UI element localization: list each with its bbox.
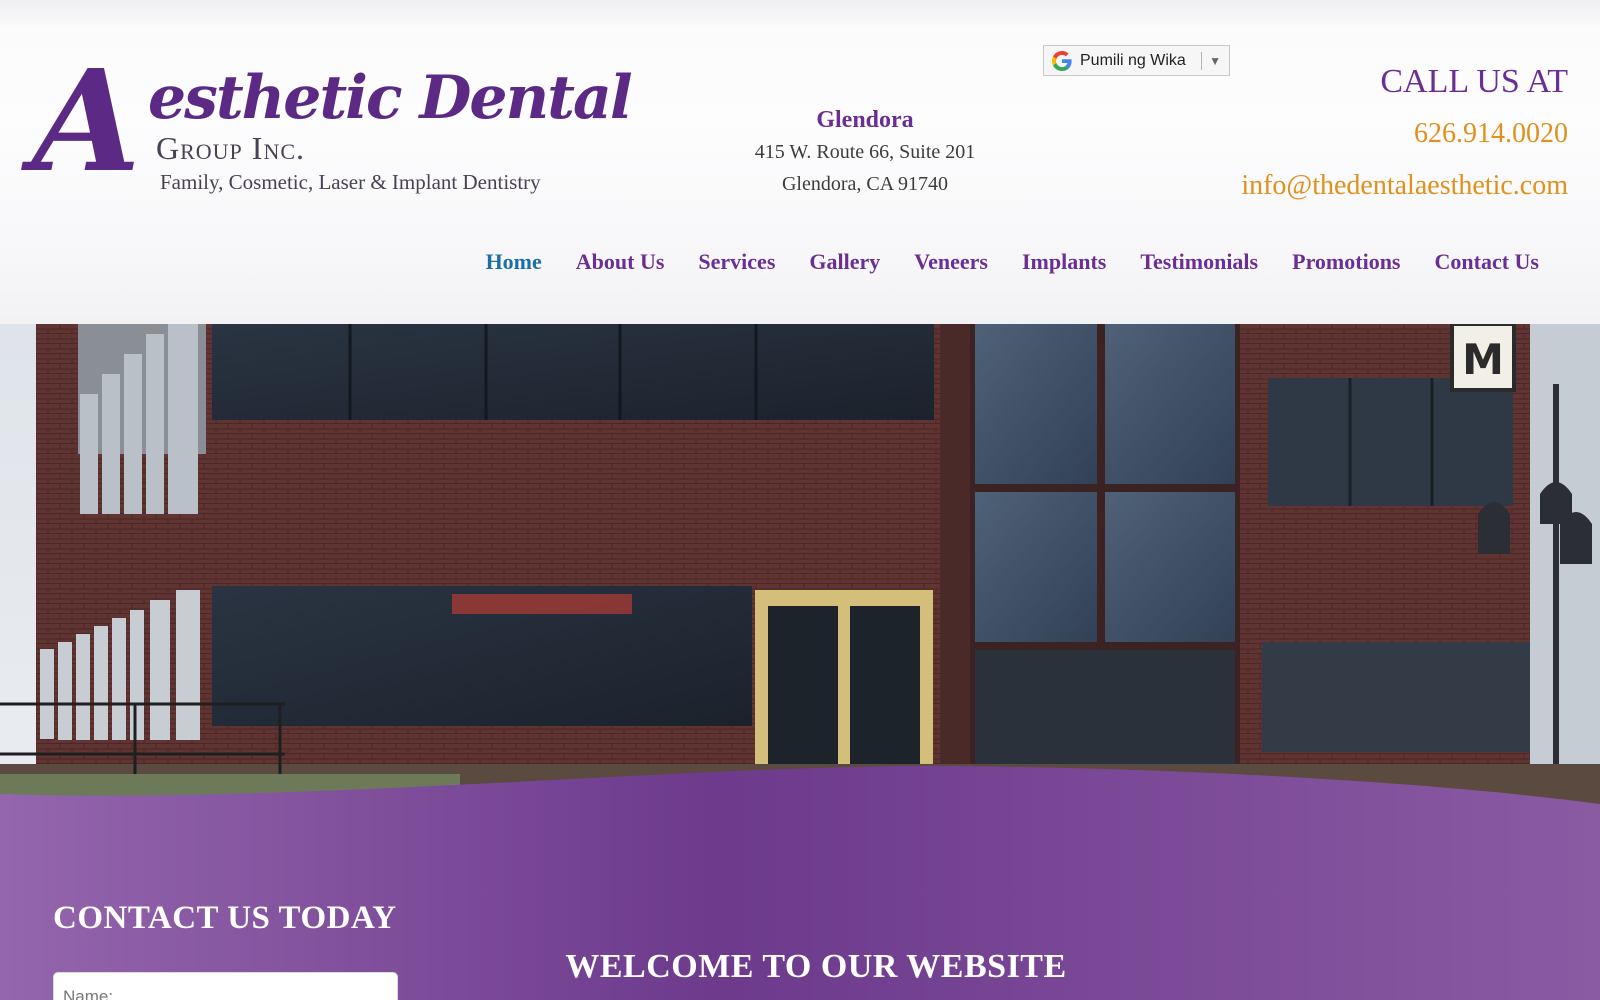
nav-item-contact-us[interactable]: Contact Us	[1418, 246, 1557, 278]
building-photo: M	[0, 324, 1600, 1000]
language-selector-label: Pumili ng Wika	[1080, 51, 1186, 69]
logo-group-name: Group Inc.	[156, 130, 306, 166]
logo-tagline: Family, Cosmetic, Laser & Implant Dentis…	[160, 170, 541, 194]
hero-section: M CONTACT US TODAY Name: WELCOME TO OUR …	[0, 324, 1600, 1000]
contact-form-title: CONTACT US TODAY	[53, 900, 397, 936]
site-header: A esthetic Dental Group Inc. Family, Cos…	[0, 0, 1600, 324]
phone-link[interactable]: 626.914.0020	[1241, 116, 1568, 152]
email-link[interactable]: info@thedentalaesthetic.com	[1241, 168, 1568, 204]
nav-item-gallery[interactable]: Gallery	[792, 246, 897, 278]
office-name[interactable]: Glendora	[700, 104, 1030, 136]
nav-item-testimonials[interactable]: Testimonials	[1123, 246, 1275, 278]
logo-brand-name: esthetic Dental	[148, 63, 633, 133]
language-selector-divider	[1201, 51, 1203, 70]
contact-block: CALL US AT 626.914.0020 info@thedentalae…	[1241, 60, 1568, 204]
site-logo[interactable]: A esthetic Dental Group Inc. Family, Cos…	[30, 52, 633, 204]
welcome-heading: WELCOME TO OUR WEBSITE	[565, 948, 1067, 985]
nav-item-implants[interactable]: Implants	[1005, 246, 1123, 278]
nav-item-about-us[interactable]: About Us	[559, 246, 682, 278]
nav-item-veneers[interactable]: Veneers	[897, 246, 1005, 278]
nav-item-services[interactable]: Services	[681, 246, 792, 278]
chevron-down-icon: ▼	[1209, 53, 1221, 68]
office-address-line1: 415 W. Route 66, Suite 201	[754, 141, 976, 163]
nav-item-home[interactable]: Home	[469, 246, 559, 278]
nav-item-promotions[interactable]: Promotions	[1275, 246, 1417, 278]
office-address-line2: Glendora, CA 91740	[781, 173, 949, 195]
call-us-label: CALL US AT	[1380, 63, 1568, 100]
office-location: Glendora 415 W. Route 66, Suite 201 Glen…	[700, 104, 1030, 200]
main-nav: Home About Us Services Gallery Veneers I…	[469, 246, 1556, 278]
google-g-icon	[1052, 50, 1072, 71]
logo-initial: A	[32, 40, 141, 204]
building-sign-letter: M	[1462, 335, 1504, 384]
language-selector[interactable]: Pumili ng Wika ▼	[1043, 45, 1230, 76]
